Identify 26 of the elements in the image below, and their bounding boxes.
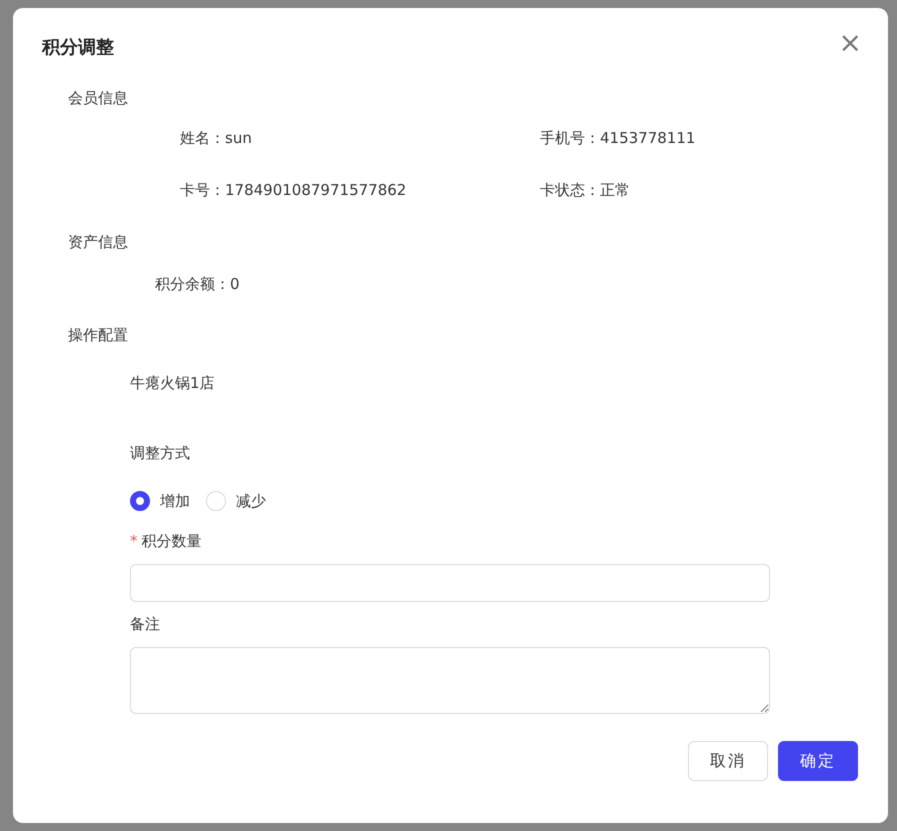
field-label: 备注 [130,614,161,634]
text-area[interactable] [130,647,770,714]
field-label: 积分余额： [154,274,230,294]
field-value: 4153778111 [600,128,696,148]
field-value: sun [225,128,253,148]
radio-icon[interactable] [130,491,150,511]
dialog-title: 积分调整 [42,36,114,60]
radio-option[interactable]: 减少 [206,491,266,511]
close-button[interactable]: × [838,30,862,56]
field-label: 卡号： [179,180,225,200]
field-label: * 积分数量 [130,531,202,551]
field-value: 0 [230,274,241,294]
section-heading: 会员信息 [68,88,129,108]
radio-option[interactable]: 增加 [130,491,190,511]
section-heading: 操作配置 [68,325,129,345]
field-label: 手机号： [540,128,600,148]
field-value: 1784901087971577862 [225,180,408,200]
input-field[interactable] [130,564,770,602]
field-value: 正常 [600,180,630,200]
store-name: 牛瘪火锅1店 [130,373,216,393]
confirm-button[interactable]: 确定 [778,741,858,781]
field-label: 卡状态： [540,180,600,200]
field-label: 姓名： [179,128,225,148]
section-heading: 资产信息 [68,232,129,252]
cancel-button[interactable]: 取消 [688,741,768,781]
field-label: 调整方式 [130,443,191,463]
